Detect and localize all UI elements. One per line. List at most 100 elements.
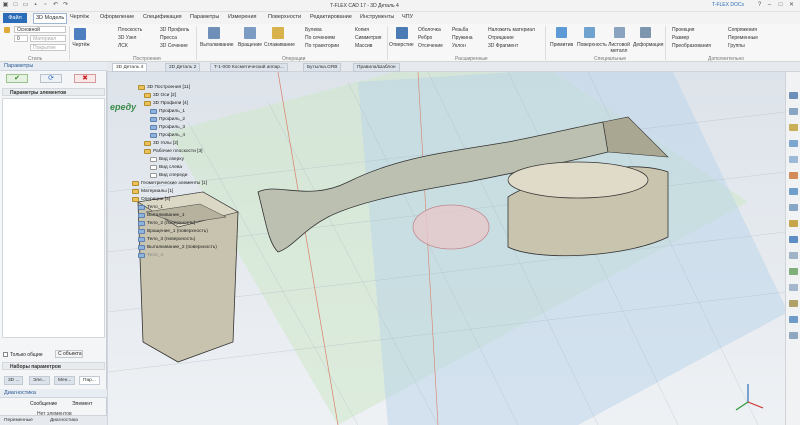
tree-item[interactable]: Выталкивание_2 (поверхность) [138,244,217,251]
tree-item[interactable]: Вращение_1 (поверхность) [138,228,208,235]
symmetry-button[interactable]: Симметрия [355,35,381,41]
hole-button[interactable]: Отверстие [389,42,414,48]
mini-tab-params[interactable]: Пар... [79,376,100,385]
tree-item[interactable]: Тело_2 (поверхность) [138,220,195,227]
thread-button[interactable]: Резьба [452,27,468,33]
tab-3d-part-4[interactable]: 3D Деталь 4 [112,63,148,72]
transform-button[interactable]: Преобразования [672,43,711,49]
tree-item[interactable]: Вид спереди [150,172,187,179]
tree-item[interactable]: Профиль_4 [150,132,185,139]
render-icon[interactable] [789,316,798,323]
menu-design[interactable]: Оформление [100,14,134,20]
menu-3d-model[interactable]: 3D Модель [33,13,68,24]
settings-icon[interactable] [789,332,798,339]
save-icon[interactable]: ▪ [32,2,39,9]
tree-item[interactable]: Тело_3 (поверхность) [138,236,195,243]
apply-button[interactable]: ⟳ [40,74,62,83]
shell-button[interactable]: Оболочка [418,27,441,33]
copy-button[interactable]: Копия [355,27,369,33]
tree-item[interactable]: Профиль_2 [150,116,185,123]
menu-surfaces[interactable]: Поверхности [268,14,301,20]
fit-icon[interactable] [789,156,798,163]
style-combo[interactable]: Основной [14,26,66,33]
tree-item[interactable]: Вид сверху [150,156,184,163]
mates-button[interactable]: Сопряжения [728,27,757,33]
menu-drawing[interactable]: Чертёж [70,14,89,20]
variables-button[interactable]: Переменные [728,35,758,41]
sketch-circle[interactable] [412,204,490,250]
tree-item[interactable]: Тело_1 [138,204,163,211]
array-button[interactable]: Массив [355,43,372,49]
menu-file[interactable]: Файл [3,13,27,23]
dimension-button[interactable]: Размер [672,35,689,41]
3d-section-button[interactable]: 3D Сечение [160,43,188,49]
mini-tab-elements[interactable]: Эле... [29,376,50,385]
tab-diagnostics[interactable]: Диагностика [50,417,78,425]
3d-profile-button[interactable]: 3D Профиль [160,27,189,33]
tree-item[interactable]: 3D Оси [2] [144,92,176,99]
param-sets-section[interactable]: Наборы параметров [2,362,105,370]
surface-button[interactable]: Поверхность [577,42,607,48]
plane-button[interactable]: Плоскость [118,27,142,33]
loft-button[interactable]: По сечениям [305,35,335,41]
tree-item[interactable]: 3D Профили [4] [144,100,188,107]
3d-viewport[interactable]: ереду 3D Построения [11] 3D Оси [2] 3D П… [108,72,785,425]
sketch-button[interactable]: Чертёж [70,42,92,48]
tree-item[interactable]: Тело_4 [138,252,163,259]
coating-field[interactable]: Покрытие [30,44,66,51]
tab-bottle[interactable]: Бутылка.GRB [303,63,342,72]
lcs-button[interactable]: ЛСК [118,43,128,49]
tree-item[interactable]: Операции [4] [132,196,170,203]
redo-icon[interactable]: ↷ [62,2,69,9]
maximize-icon[interactable]: □ [777,2,784,9]
undo-icon[interactable]: ↶ [52,2,59,9]
menu-parameters[interactable]: Параметры [190,14,219,20]
revolve-button[interactable]: Вращение [238,42,262,48]
view-cube-icon[interactable] [789,92,798,99]
element-params-section[interactable]: Параметры элементов [2,88,105,96]
plane-toggle-icon[interactable] [789,268,798,275]
open-file-icon[interactable]: ▭ [22,2,29,9]
from-object-button[interactable]: С объекта [55,350,83,358]
sweep-button[interactable]: По траектории [305,43,339,49]
section-icon[interactable] [789,172,798,179]
tree-item[interactable]: Выталкивание_1 [138,212,185,219]
boolean-button[interactable]: Булева [305,27,322,33]
tree-item[interactable]: 3D Построения [11] [138,84,190,91]
shade-icon[interactable] [789,188,798,195]
apply-material-button[interactable]: Наложить материал [488,27,535,33]
spring-button[interactable]: Пружина [452,35,473,41]
deform-button[interactable]: Деформация [633,42,663,48]
tree-item[interactable]: Профиль_3 [150,124,185,131]
material-field[interactable]: Материал [30,35,66,42]
extrude-button[interactable]: Выталкивание [200,42,234,48]
filter-icon[interactable] [789,300,798,307]
draft-button[interactable]: Уклон [452,43,466,49]
menu-tools[interactable]: Инструменты [360,14,394,20]
docs-button[interactable]: T-FLEX DOCs [712,2,744,8]
menu-measurements[interactable]: Измерения [228,14,257,20]
minimize-icon[interactable]: – [766,2,773,9]
tree-item[interactable]: Профиль_1 [150,108,185,115]
groups-button[interactable]: Группы [728,43,745,49]
pan-icon[interactable] [789,140,798,147]
confirm-button[interactable]: ✔ [6,74,28,83]
sheet-metal-button[interactable]: Листовой металл [608,42,630,54]
smooth-button[interactable]: Сглаживание [264,42,295,48]
wireframe-icon[interactable] [789,204,798,211]
primitive-button[interactable]: Примитив [550,42,573,48]
rotate-icon[interactable] [789,108,798,115]
measure-icon[interactable] [789,252,798,259]
press-button[interactable]: Пресса [160,35,177,41]
cylinder-top-face[interactable] [507,161,649,199]
mini-tab-menu[interactable]: Мен... [54,376,76,385]
camera-icon[interactable] [789,236,798,243]
only-common-checkbox[interactable] [3,352,8,357]
cancel-button[interactable]: ✖ [74,74,96,83]
3d-node-button[interactable]: 3D Узел [118,35,136,41]
projection-button[interactable]: Проекция [672,27,695,33]
tab-cosmetic-device[interactable]: T-1-000 Косметический аппар... [210,63,288,72]
tree-item[interactable]: Рабочие плоскости [3] [144,148,202,155]
zoom-icon[interactable] [789,124,798,131]
tab-variables[interactable]: Переменные [4,417,33,425]
